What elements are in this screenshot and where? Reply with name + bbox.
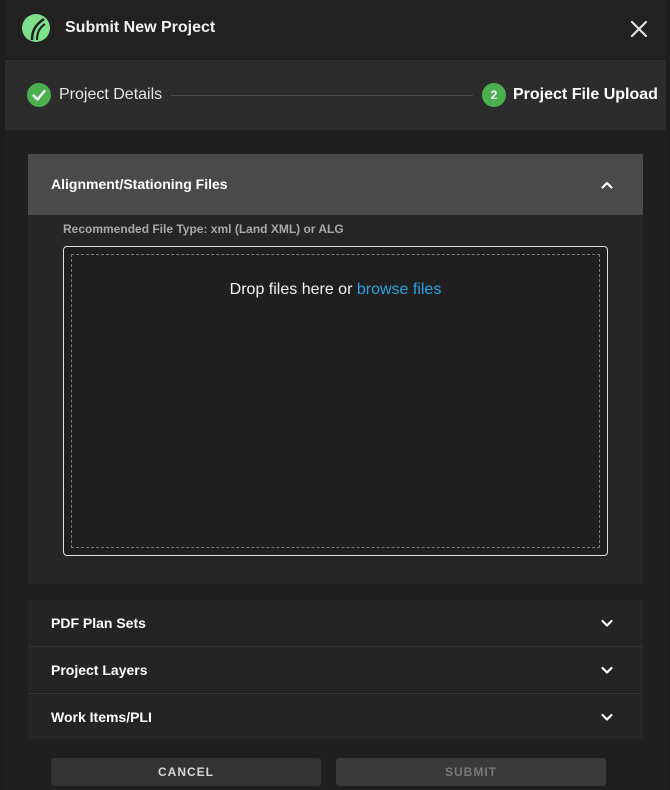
work-items-title: Work Items/PLI: [51, 709, 152, 725]
background-right-edge: [666, 0, 670, 790]
leaf-logo-icon: [22, 14, 50, 42]
submit-button[interactable]: SUBMIT: [336, 758, 606, 786]
check-circle-icon: [27, 83, 51, 107]
chevron-up-icon[interactable]: [600, 178, 614, 192]
dropzone-message: Drop files here or browse files: [72, 281, 599, 299]
alignment-files-header[interactable]: Alignment/Stationing Files: [28, 154, 643, 215]
pdf-plan-sets-accordion[interactable]: PDF Plan Sets: [28, 600, 643, 646]
submit-project-dialog: Submit New Project Project Details 2 Pro…: [5, 0, 666, 790]
alignment-files-title: Alignment/Stationing Files: [51, 176, 228, 192]
chevron-down-icon[interactable]: [600, 663, 614, 677]
pdf-plan-sets-title: PDF Plan Sets: [51, 615, 146, 631]
dropzone-dashed-border: Drop files here or browse files: [71, 254, 600, 548]
file-dropzone[interactable]: Drop files here or browse files: [63, 246, 608, 556]
step-number-badge: 2: [482, 83, 506, 107]
stepper: Project Details 2 Project File Upload: [5, 60, 666, 130]
file-type-hint: Recommended File Type: xml (Land XML) or…: [63, 222, 344, 236]
step-file-upload-label: Project File Upload: [513, 86, 658, 103]
step-project-details-label: Project Details: [59, 86, 163, 103]
chevron-down-icon[interactable]: [600, 710, 614, 724]
browse-files-link[interactable]: browse files: [357, 281, 441, 298]
project-layers-accordion[interactable]: Project Layers: [28, 646, 643, 692]
close-icon[interactable]: [629, 19, 649, 39]
work-items-accordion[interactable]: Work Items/PLI: [28, 693, 643, 739]
project-layers-title: Project Layers: [51, 662, 148, 678]
stepper-connector: [171, 95, 473, 96]
dialog-title: Submit New Project: [65, 19, 216, 36]
dialog-header: Submit New Project: [5, 0, 666, 58]
alignment-files-panel: Alignment/Stationing Files Recommended F…: [28, 154, 643, 584]
drop-files-text: Drop files here or: [229, 281, 353, 298]
chevron-down-icon[interactable]: [600, 616, 614, 630]
cancel-button[interactable]: CANCEL: [51, 758, 321, 786]
